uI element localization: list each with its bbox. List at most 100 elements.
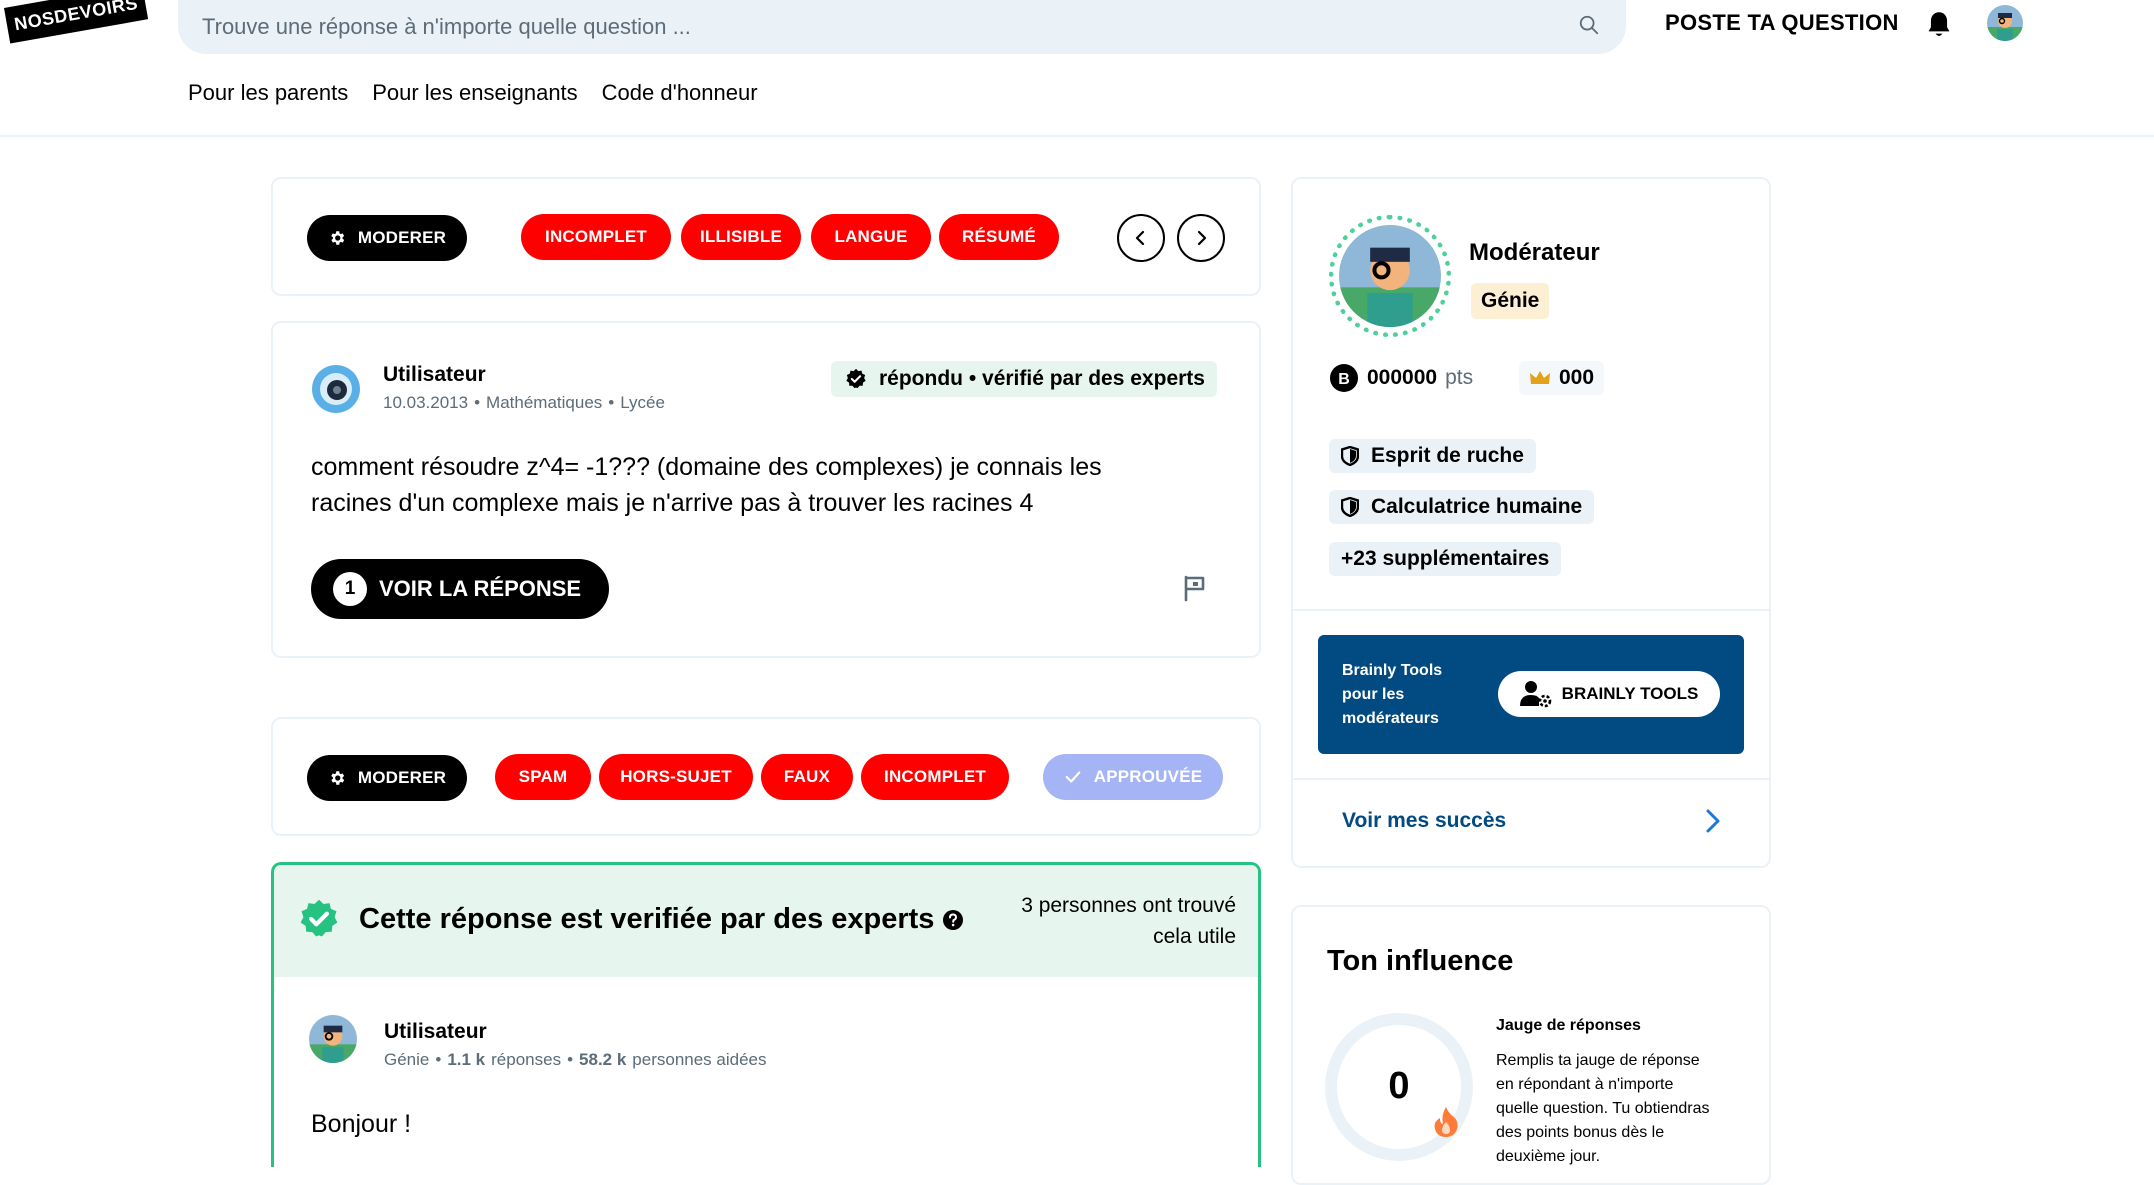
question-subject[interactable]: Mathématiques	[486, 393, 602, 413]
profile-card: Modérateur Génie B 000000 pts 000 Esprit…	[1291, 177, 1771, 868]
influence-title: Ton influence	[1327, 945, 1514, 977]
answer-username[interactable]: Utilisateur	[384, 1020, 487, 1044]
fire-icon	[1434, 1107, 1458, 1137]
tag-button-wrong[interactable]: FAUX	[761, 754, 853, 800]
tools-label-line: pour les	[1342, 686, 1405, 703]
chevron-left-icon	[1135, 230, 1145, 246]
view-answer-button[interactable]: 1 VOIR LA RÉPONSE	[311, 559, 610, 619]
points-chip: B 000000 pts	[1329, 361, 1483, 395]
chevron-right-icon	[1706, 809, 1720, 833]
crown-icon	[1530, 371, 1550, 384]
avatar-illustration-icon	[1339, 225, 1441, 327]
my-success-label: Voir mes succès	[1342, 809, 1507, 832]
meta-separator: •	[567, 1050, 574, 1069]
question-username[interactable]: Utilisateur	[383, 363, 486, 387]
tag-button-illegible[interactable]: ILLISIBLE	[681, 214, 801, 260]
tag-button-incomplete[interactable]: INCOMPLET	[521, 214, 671, 260]
verified-check-icon	[846, 368, 866, 389]
notification-bell-icon[interactable]	[1925, 10, 1953, 40]
question-level: Lycée	[620, 393, 665, 412]
gear-icon	[331, 231, 345, 245]
more-badges-button[interactable]: +23 supplémentaires	[1329, 542, 1562, 576]
ask-question-button[interactable]: POSTE TA QUESTION	[1665, 10, 1899, 36]
brainly-tools-button[interactable]: BRAINLY TOOLS	[1498, 671, 1720, 717]
answer-user-rank: Génie	[384, 1050, 430, 1069]
gauge-description: Remplis ta jauge de réponse en répondant…	[1496, 1049, 1756, 1169]
avatar-illustration-icon	[309, 1015, 357, 1063]
view-answer-label: VOIR LA RÉPONSE	[379, 576, 582, 601]
gauge-description-line: deuxième jour.	[1496, 1148, 1601, 1165]
help-question-icon[interactable]	[942, 909, 964, 931]
question-meta: 10.03.2013 • Mathématiques • Lycée	[383, 393, 665, 413]
profile-divider	[1293, 609, 1769, 611]
question-date: 10.03.2013	[383, 393, 469, 412]
question-moderation-bar: MODERER INCOMPLET ILLISIBLE LANGUE RÉSUM…	[271, 177, 1261, 296]
crown-chip: 000	[1519, 361, 1605, 395]
gauge-description-line: en répondant à n'importe	[1496, 1076, 1674, 1093]
verified-answer-title-text: Cette réponse est verifiée par des exper…	[359, 903, 935, 935]
answer-moderation-bar: MODERER SPAM HORS-SUJET FAUX INCOMPLET A…	[271, 717, 1261, 836]
useful-count-line: cela utile	[1153, 925, 1236, 948]
gauge-description-line: Remplis ta jauge de réponse	[1496, 1052, 1700, 1069]
brainly-tools-description: Brainly Tools pour les modérateurs	[1342, 659, 1472, 731]
user-avatar[interactable]	[1987, 5, 2023, 41]
useful-count-line: 3 personnes ont trouvé	[1021, 894, 1236, 917]
approved-button[interactable]: APPROUVÉE	[1043, 754, 1223, 800]
question-user-avatar[interactable]	[311, 364, 361, 414]
question-card: Utilisateur 10.03.2013 • Mathématiques •…	[271, 321, 1261, 658]
answer-user-meta: Génie • 1.1 k réponses • 58.2 k personne…	[384, 1050, 767, 1070]
gauge-description-line: quelle question. Tu obtiendras	[1496, 1100, 1710, 1117]
verified-badge-icon	[300, 899, 338, 937]
site-logo[interactable]: NOSDEVOIRS	[4, 0, 149, 44]
profile-avatar-image	[1339, 225, 1441, 327]
question-status-badge: répondu • vérifié par des experts	[831, 361, 1217, 397]
svg-text:B: B	[1338, 371, 1350, 388]
tag-button-incomplete[interactable]: INCOMPLET	[861, 754, 1009, 800]
crown-value: 000	[1559, 366, 1595, 389]
answer-user-answers-label: réponses	[491, 1050, 562, 1069]
badge-label: Esprit de ruche	[1371, 444, 1524, 467]
nav-link-honor-code[interactable]: Code d'honneur	[602, 80, 758, 106]
profile-rank-badge: Génie	[1471, 283, 1550, 319]
meta-separator: •	[474, 393, 481, 412]
badge-hive-spirit[interactable]: Esprit de ruche	[1329, 439, 1536, 473]
logo-text: NOSDEVOIRS	[12, 0, 140, 34]
answer-user-avatar[interactable]	[309, 1015, 357, 1063]
approved-label: APPROUVÉE	[1093, 767, 1203, 786]
tag-button-spam[interactable]: SPAM	[495, 754, 591, 800]
moderate-label: MODERER	[357, 768, 447, 787]
nav-link-parents[interactable]: Pour les parents	[188, 80, 348, 106]
badge-label: Calculatrice humaine	[1371, 495, 1583, 518]
brainly-points-icon: B	[1330, 364, 1358, 392]
moderate-question-button[interactable]: MODERER	[307, 215, 467, 261]
tag-button-language[interactable]: LANGUE	[811, 214, 931, 260]
tags-scroll-left-button[interactable]	[1117, 214, 1165, 262]
main-nav: Pour les parents Pour les enseignants Co…	[188, 80, 758, 106]
profile-divider	[1293, 778, 1769, 780]
nav-link-teachers[interactable]: Pour les enseignants	[372, 80, 577, 106]
search-icon[interactable]	[1578, 14, 1600, 36]
tools-label-line: modérateurs	[1342, 710, 1439, 727]
question-text-line: comment résoudre z^4= -1??? (domaine des…	[311, 453, 1102, 481]
meta-separator: •	[435, 1050, 442, 1069]
brainly-tools-label: BRAINLY TOOLS	[1561, 684, 1699, 703]
report-flag-icon[interactable]	[1182, 574, 1208, 602]
avatar-illustration-icon	[1987, 5, 2023, 41]
gauge-value: 0	[1388, 1065, 1410, 1107]
profile-avatar[interactable]	[1329, 215, 1451, 337]
gauge-title: Jauge de réponses	[1496, 1017, 1641, 1034]
search-input[interactable]	[202, 8, 1562, 46]
moderate-answer-button[interactable]: MODERER	[307, 755, 467, 801]
tag-button-off-topic[interactable]: HORS-SUJET	[599, 754, 753, 800]
badge-human-calculator[interactable]: Calculatrice humaine	[1329, 490, 1595, 524]
tag-button-summary[interactable]: RÉSUMÉ	[939, 214, 1059, 260]
answer-user-helped-label: personnes aidées	[632, 1050, 767, 1069]
points-value: 000000	[1367, 366, 1438, 389]
profile-role: Modérateur	[1469, 239, 1600, 266]
brainly-tools-panel: Brainly Tools pour les modérateurs BRAIN…	[1318, 635, 1744, 754]
points-unit: pts	[1445, 366, 1474, 389]
shield-icon	[1341, 446, 1359, 466]
my-success-link[interactable]: Voir mes succès	[1342, 808, 1722, 834]
tags-scroll-right-button[interactable]	[1177, 214, 1225, 262]
useful-count: 3 personnes ont trouvé cela utile	[1021, 890, 1236, 952]
